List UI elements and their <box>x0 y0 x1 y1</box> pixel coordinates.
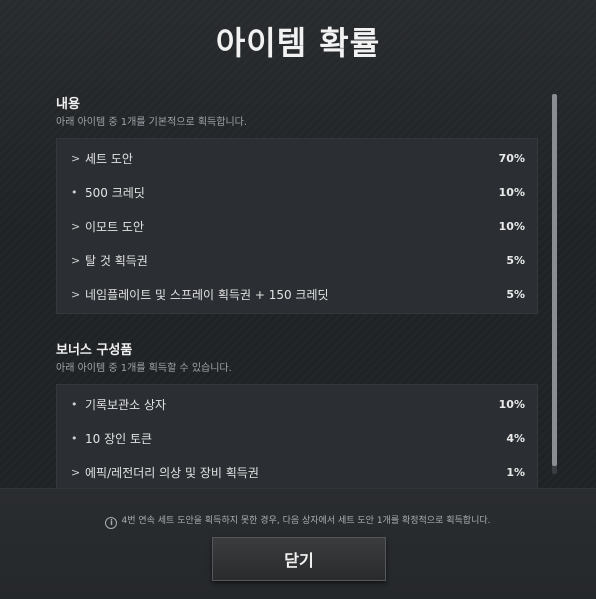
item-name: 세트 도안 <box>85 151 133 166</box>
item-probability: 70% <box>498 151 525 165</box>
chevron-right-icon: > <box>71 151 81 165</box>
item-probability: 10% <box>498 185 525 199</box>
section-title: 보너스 구성품 <box>56 343 133 358</box>
section-contents: 내용 아래 아이템 중 1개를 기본적으로 획득합니다. > 세트 도안 70%… <box>56 96 538 314</box>
page-title: 아이템 확률 <box>215 24 381 62</box>
list-item: • 10 장인 토큰 4% <box>57 421 537 455</box>
item-name: 이모트 도안 <box>85 219 145 234</box>
list-item[interactable]: > 네임플레이트 및 스프레이 획득권 + 150 크레딧 5% <box>57 277 537 311</box>
bullet-icon: • <box>71 431 78 445</box>
list-item[interactable]: > 이모트 도안 10% <box>57 209 537 243</box>
bullet-icon: • <box>71 185 78 199</box>
item-list: • 기록보관소 상자 10% • 10 장인 토큰 4% > 에픽/레전더리 의… <box>56 384 538 488</box>
section-description: 아래 아이템 중 1개를 기본적으로 획득합니다. <box>56 117 248 128</box>
info-icon: i <box>105 517 118 529</box>
item-probability: 1% <box>506 465 525 479</box>
section-title: 내용 <box>56 97 80 112</box>
notice-text: 4번 연속 세트 도안을 획득하지 못한 경우, 다음 상자에서 세트 도안 1… <box>121 516 491 526</box>
list-item[interactable]: > 탈 것 획득권 5% <box>57 243 537 277</box>
list-item[interactable]: > 에픽/레전더리 의상 및 장비 획득권 1% <box>57 455 537 488</box>
item-name: 10 장인 토큰 <box>85 431 153 446</box>
chevron-right-icon: > <box>71 219 81 233</box>
item-probability: 10% <box>498 219 525 233</box>
item-probability: 10% <box>498 397 525 411</box>
section-description: 아래 아이템 중 1개를 획득할 수 있습니다. <box>56 363 232 374</box>
bullet-icon: • <box>71 397 78 411</box>
chevron-right-icon: > <box>71 287 81 301</box>
scrollbar-thumb[interactable] <box>552 94 557 466</box>
item-name: 네임플레이트 및 스프레이 획득권 + 150 크레딧 <box>85 287 329 302</box>
scrollbar[interactable] <box>552 94 557 474</box>
section-bonus: 보너스 구성품 아래 아이템 중 1개를 획득할 수 있습니다. • 기록보관소… <box>56 342 538 488</box>
notice-text-line: i 4번 연속 세트 도안을 획득하지 못한 경우, 다음 상자에서 세트 도안 … <box>0 513 596 529</box>
item-list: > 세트 도안 70% • 500 크레딧 10% > 이모트 도안 10% >… <box>56 138 538 314</box>
item-name: 탈 것 획득권 <box>85 253 148 268</box>
item-probability: 5% <box>506 253 525 267</box>
item-name: 기록보관소 상자 <box>85 397 167 412</box>
list-item[interactable]: > 세트 도안 70% <box>57 141 537 175</box>
list-item: • 500 크레딧 10% <box>57 175 537 209</box>
item-probability: 5% <box>506 287 525 301</box>
list-item: • 기록보관소 상자 10% <box>57 387 537 421</box>
chevron-right-icon: > <box>71 253 81 267</box>
item-name: 에픽/레전더리 의상 및 장비 획득권 <box>85 465 259 480</box>
item-probability: 4% <box>506 431 525 445</box>
chevron-right-icon: > <box>71 465 81 479</box>
item-name: 500 크레딧 <box>85 185 145 200</box>
close-button[interactable]: 닫기 <box>212 537 386 581</box>
probability-list-panel[interactable]: 내용 아래 아이템 중 1개를 기본적으로 획득합니다. > 세트 도안 70%… <box>56 92 538 488</box>
